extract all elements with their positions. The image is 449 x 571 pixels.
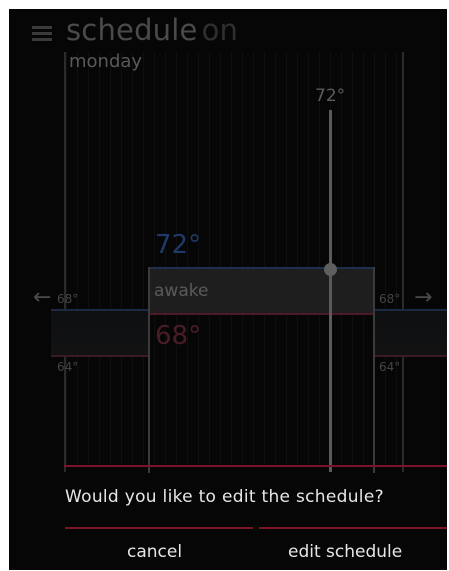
hour-grid — [66, 52, 404, 464]
sleep-period-band[interactable] — [51, 309, 149, 357]
awake-cool-setpoint: 72° — [155, 230, 202, 260]
arrow-right-icon[interactable]: → — [414, 285, 432, 310]
heat-setpoint-label: 64° — [57, 360, 79, 374]
period-label-awake: awake — [154, 281, 209, 301]
day-start-line — [64, 52, 66, 472]
period-boundary[interactable] — [148, 267, 150, 473]
page-title: schedule on — [66, 13, 238, 47]
timeline-baseline — [64, 465, 447, 467]
schedule-status[interactable]: on — [202, 13, 239, 47]
edit-schedule-button[interactable]: edit schedule — [288, 542, 402, 562]
current-time-handle[interactable] — [324, 263, 337, 276]
day-label: monday — [69, 51, 143, 72]
current-setpoint-readout: 72° — [315, 86, 346, 106]
title-text: schedule — [66, 13, 198, 47]
button-separator — [259, 527, 447, 529]
awake-heat-setpoint: 68° — [155, 321, 202, 351]
sleep-period-band[interactable] — [375, 309, 447, 357]
dialog-prompt: Would you like to edit the schedule? — [65, 487, 384, 507]
button-separator — [65, 527, 253, 529]
day-end-line — [402, 52, 404, 472]
current-time-indicator — [329, 110, 332, 472]
period-boundary[interactable] — [373, 267, 375, 473]
heat-setpoint-label: 64° — [379, 360, 401, 374]
hamburger-menu-icon[interactable] — [32, 26, 52, 42]
arrow-left-icon[interactable]: ← — [33, 285, 51, 310]
cool-setpoint-label: 68° — [379, 292, 401, 306]
cool-setpoint-label: 68° — [57, 292, 79, 306]
cancel-button[interactable]: cancel — [127, 542, 182, 562]
thermostat-screen: schedule on monday ← → 68° 64° 68° 64° 72… — [9, 9, 447, 570]
